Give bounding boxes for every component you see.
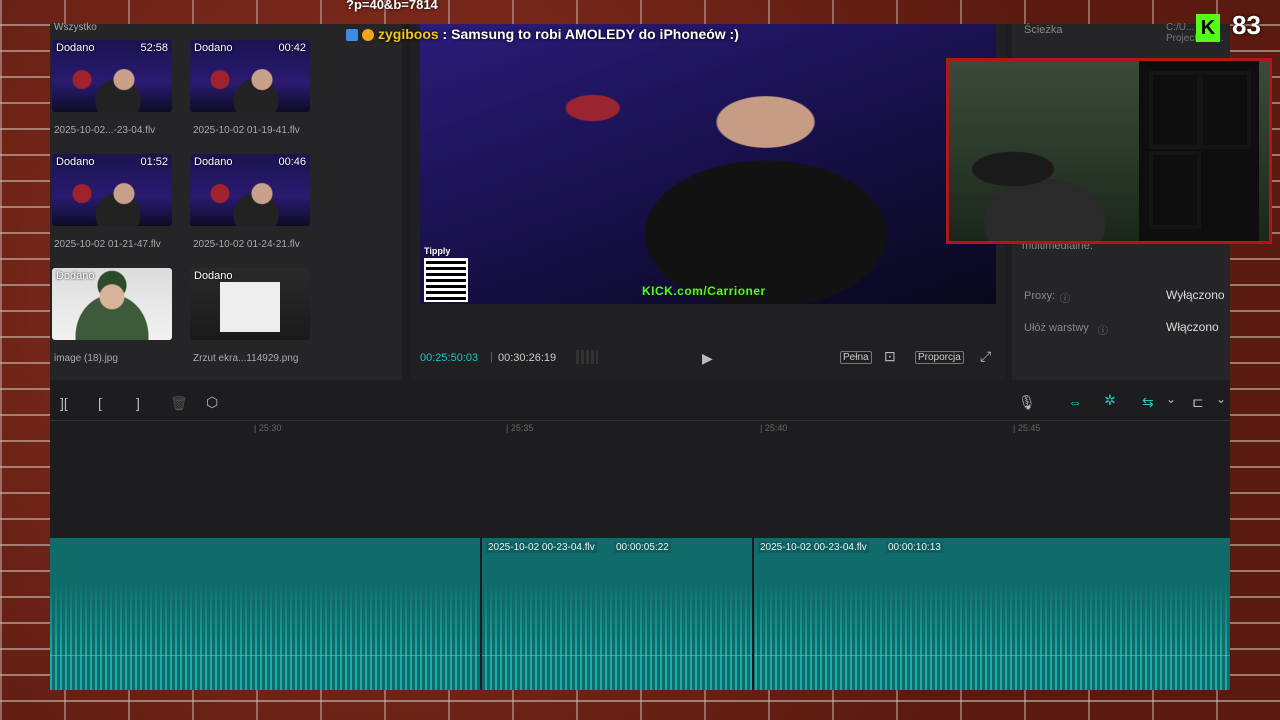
chevron-down-icon[interactable]: ⌄ — [1166, 392, 1176, 406]
media-item-name: Zrzut ekra...114929.png — [193, 353, 299, 364]
delete-icon[interactable]: 🗑 — [170, 395, 188, 412]
microphone-icon[interactable]: 🎙 — [1018, 394, 1036, 411]
current-time: 00:25:50:03 — [420, 352, 479, 364]
filter-tab-all[interactable]: Wszystko — [54, 22, 97, 33]
total-time: 00:30:26:19 — [498, 352, 557, 364]
media-item-name: 2025-10-02 01-24-21.flv — [193, 239, 300, 250]
media-item[interactable]: Dodano — [190, 268, 310, 340]
chat-username: zygiboos — [378, 26, 439, 42]
ruler-tick: | 25:40 — [760, 423, 788, 433]
trim-left-icon[interactable]: [ — [98, 395, 102, 411]
added-badge: Dodano — [194, 270, 233, 282]
chat-message: zygiboos : Samsung to robi AMOLEDY do iP… — [346, 22, 746, 46]
media-item-name: 2025-10-02 01-21-47.flv — [54, 239, 161, 250]
marker-icon[interactable]: ⬡ — [206, 394, 218, 411]
clip-file-label: 2025-10-02 00-23-04.flv — [486, 542, 597, 553]
kick-logo: K — [1196, 14, 1220, 42]
link-icon[interactable]: ⇔ — [1068, 394, 1082, 410]
webcam-overlay — [946, 58, 1272, 244]
chevron-down-icon[interactable]: ⌄ — [1216, 392, 1226, 406]
duration-label: 01:52 — [140, 156, 168, 168]
added-badge: Dodano — [194, 42, 233, 54]
waveform-mini-icon — [576, 350, 598, 364]
viewer-count: 83 — [1232, 10, 1261, 40]
info-icon: ⓘ — [1098, 326, 1108, 337]
coin-icon — [362, 29, 374, 42]
ruler-tick: | 25:35 — [506, 423, 534, 433]
window-frame — [1199, 71, 1251, 149]
ruler-tick: | 25:45 — [1013, 423, 1041, 433]
duration-label: 00:46 — [278, 156, 306, 168]
trim-right-icon[interactable]: ] — [136, 395, 140, 411]
ratio-icon[interactable]: ⊏ — [1192, 394, 1204, 411]
tipply-label: Tipply — [424, 246, 451, 256]
clip-time-label: 00:00:10:13 — [886, 542, 943, 553]
kick-channel-label: KICK.com/Carrioner — [642, 284, 766, 298]
added-badge: Dodano — [194, 156, 233, 168]
pin-icon — [346, 29, 358, 42]
clip-divider[interactable] — [480, 538, 482, 690]
snap-icon[interactable]: ✲ — [1104, 392, 1116, 409]
screenshot-icon[interactable]: ⊡ — [884, 348, 896, 365]
timeline-ruler[interactable]: | 25:30 | 25:35 | 25:40 | 25:45 — [50, 420, 1230, 441]
media-item[interactable]: Dodano 00:46 — [190, 154, 310, 226]
media-item[interactable]: Dodano 01:52 — [52, 154, 172, 226]
added-badge: Dodano — [56, 42, 95, 54]
path-label: Ścieżka — [1024, 24, 1063, 36]
proxy-label: Proxy: — [1024, 290, 1056, 302]
url-fragment: ?p=40&b=7814 — [346, 0, 438, 12]
duration-label: 52:58 — [140, 42, 168, 54]
clip-divider[interactable] — [752, 538, 754, 690]
media-panel: Wszystko Dodano 52:58 2025-10-02...-23-0… — [50, 22, 402, 380]
audio-waveform — [50, 580, 1230, 690]
clip-time-label: 00:00:05:22 — [614, 542, 671, 553]
added-badge: Dodano — [56, 270, 95, 282]
media-item-name: 2025-10-02 01-19-41.flv — [193, 125, 300, 136]
layers-label: Ułóż warstwy — [1024, 322, 1089, 334]
proxy-value[interactable]: Wyłączono — [1166, 288, 1225, 302]
ruler-tick: | 25:30 — [254, 423, 282, 433]
aspect-ratio-button[interactable]: Proporcja — [915, 351, 964, 364]
media-item-name: 2025-10-02...-23-04.flv — [54, 125, 156, 136]
layers-value[interactable]: Włączono — [1166, 320, 1219, 334]
info-icon: ⓘ — [1060, 294, 1070, 305]
media-item[interactable]: Dodano 00:42 — [190, 40, 310, 112]
qr-code — [424, 258, 468, 302]
media-item-name: image (18).jpg — [54, 353, 118, 364]
timeline-toolbar — [50, 386, 1230, 420]
window-frame — [1149, 151, 1201, 229]
full-quality-button[interactable]: Pełna — [840, 351, 872, 364]
media-item[interactable]: Dodano — [52, 268, 172, 340]
fullscreen-icon[interactable]: ⤢ — [980, 348, 991, 365]
play-icon[interactable]: ▶ — [702, 350, 713, 367]
chat-text: : Samsung to robi AMOLEDY do iPhoneów :) — [438, 26, 739, 42]
duration-label: 00:42 — [278, 42, 306, 54]
window-frame — [1149, 71, 1201, 149]
chain-icon[interactable]: ⇆ — [1142, 394, 1154, 411]
clip-file-label: 2025-10-02 00-23-04.flv — [758, 542, 869, 553]
preview-video[interactable] — [420, 24, 996, 304]
added-badge: Dodano — [56, 156, 95, 168]
volume-line[interactable] — [50, 655, 1230, 656]
split-icon[interactable]: ][ — [60, 395, 68, 411]
media-item[interactable]: Dodano 52:58 — [52, 40, 172, 112]
time-separator: | — [490, 351, 493, 363]
